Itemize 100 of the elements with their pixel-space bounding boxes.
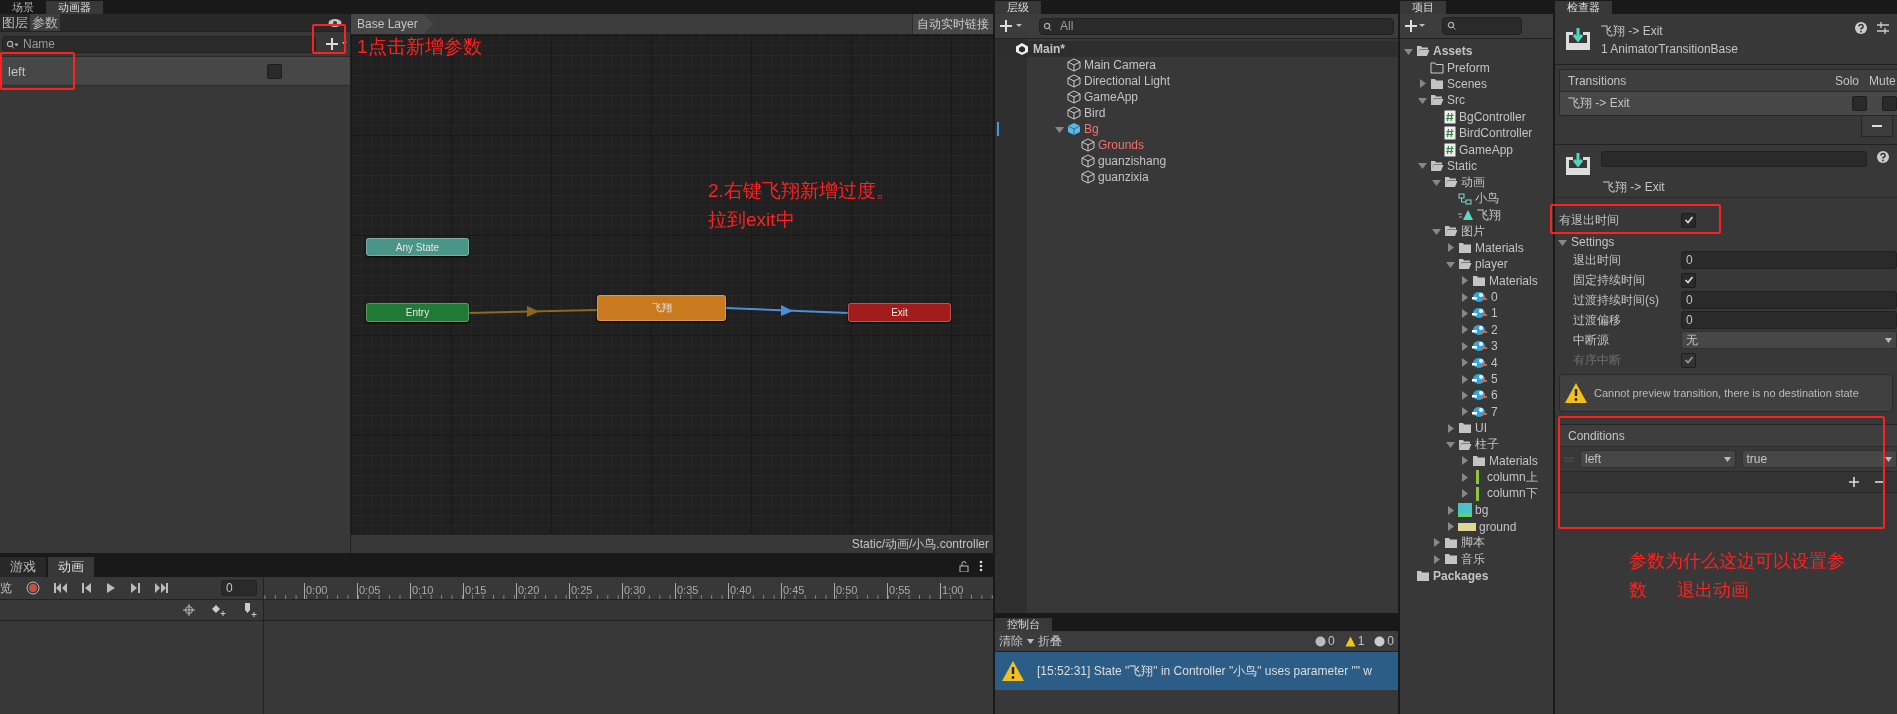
expand-arrow-icon[interactable] xyxy=(1460,374,1469,384)
panel-tab[interactable]: 场景 xyxy=(0,1,46,14)
object-name[interactable]: Bg xyxy=(1084,122,1099,136)
expand-arrow-icon[interactable] xyxy=(1446,522,1455,531)
object-name[interactable]: GameApp xyxy=(1084,90,1139,104)
help-icon[interactable] xyxy=(1855,22,1867,34)
expand-arrow-icon[interactable] xyxy=(1446,505,1455,515)
expand-arrow-icon[interactable] xyxy=(1404,46,1413,56)
asset-name[interactable]: 飞翔 xyxy=(1477,206,1501,224)
expand-arrow-icon[interactable] xyxy=(1460,489,1469,499)
panel-tab[interactable]: 检查器 xyxy=(1555,1,1612,14)
transition-row[interactable]: 飞翔 -> Exit xyxy=(1560,92,1897,115)
asset-name[interactable]: BirdController xyxy=(1459,126,1533,141)
asset-name[interactable]: 脚本 xyxy=(1461,534,1485,552)
caret-icon[interactable] xyxy=(1027,638,1034,644)
asset-name[interactable]: bg xyxy=(1475,503,1489,518)
asset-name[interactable]: Scenes xyxy=(1447,76,1488,91)
state-node[interactable]: Exit xyxy=(848,303,951,322)
asset-name[interactable]: column上 xyxy=(1487,468,1538,486)
expand-arrow-icon[interactable] xyxy=(1418,161,1427,171)
breadcrumb[interactable]: Base Layer xyxy=(351,14,434,34)
panel-tab[interactable]: 图层 xyxy=(0,14,30,31)
crosshair-icon[interactable] xyxy=(183,604,195,616)
panel-tab[interactable]: 层级 xyxy=(995,1,1041,14)
lock-icon[interactable] xyxy=(959,561,969,572)
expand-arrow-icon[interactable] xyxy=(1432,538,1441,548)
live-link-button[interactable]: 自动实时链接 xyxy=(912,14,993,34)
expand-arrow-icon[interactable] xyxy=(1460,390,1469,400)
search-field[interactable]: All xyxy=(1039,17,1394,35)
scene-name[interactable]: Main* xyxy=(1033,42,1065,56)
next-frame-icon[interactable] xyxy=(130,583,140,593)
preview-button[interactable]: 览 xyxy=(0,579,12,597)
dropdown[interactable]: 无 xyxy=(1681,331,1897,349)
expand-arrow-icon[interactable] xyxy=(1432,554,1441,564)
panel-tab[interactable]: 游戏 xyxy=(0,557,46,577)
panel-tab[interactable]: 动画 xyxy=(48,557,94,577)
asset-name[interactable]: 5 xyxy=(1491,372,1498,386)
asset-name[interactable]: 音乐 xyxy=(1461,550,1485,568)
frame-field[interactable]: 0 xyxy=(221,580,257,596)
expand-arrow-icon[interactable] xyxy=(1460,292,1469,302)
asset-name[interactable]: 3 xyxy=(1491,339,1498,354)
mute-checkbox[interactable] xyxy=(1882,96,1897,111)
expand-arrow-icon[interactable] xyxy=(1432,177,1441,187)
object-name[interactable]: Main Camera xyxy=(1084,58,1157,72)
play-icon[interactable] xyxy=(106,583,116,593)
panel-tab[interactable]: 参数 xyxy=(30,14,60,31)
asset-name[interactable]: 图片 xyxy=(1461,223,1485,240)
expand-arrow-icon[interactable] xyxy=(1460,341,1469,351)
previous-frame-icon[interactable] xyxy=(82,583,92,593)
asset-name[interactable]: Materials xyxy=(1489,273,1538,288)
more-icon[interactable] xyxy=(979,560,983,572)
object-name[interactable]: Grounds xyxy=(1098,138,1145,152)
search-field[interactable]: Name xyxy=(2,35,316,53)
asset-name[interactable]: Assets xyxy=(1433,44,1473,59)
asset-name[interactable]: Packages xyxy=(1433,568,1489,583)
panel-tab[interactable]: 动画器 xyxy=(46,1,103,14)
clear-button[interactable]: 清除 xyxy=(999,632,1023,650)
last-frame-icon[interactable] xyxy=(154,583,168,593)
expand-arrow-icon[interactable] xyxy=(1418,95,1427,105)
expand-arrow-icon[interactable] xyxy=(1446,440,1455,450)
section-heading[interactable]: Settings xyxy=(1571,235,1615,249)
number-field[interactable]: 0 xyxy=(1681,291,1897,309)
expand-arrow-icon[interactable] xyxy=(1460,276,1469,286)
help-icon[interactable] xyxy=(1877,151,1889,163)
expand-arrow-icon[interactable] xyxy=(1460,456,1469,466)
expand-arrow-icon[interactable] xyxy=(1418,79,1427,89)
expand-arrow-icon[interactable] xyxy=(1460,472,1469,482)
add-icon[interactable] xyxy=(1849,477,1859,487)
asset-name[interactable]: Preform xyxy=(1447,60,1490,75)
asset-name[interactable]: column下 xyxy=(1487,485,1538,503)
solo-checkbox[interactable] xyxy=(1852,96,1867,111)
collapse-button[interactable]: 折叠 xyxy=(1038,632,1062,650)
object-name[interactable]: guanzishang xyxy=(1098,154,1167,168)
expand-arrow-icon[interactable] xyxy=(1460,325,1469,335)
expand-arrow-icon[interactable] xyxy=(1460,358,1469,368)
add-icon[interactable] xyxy=(324,36,348,52)
expand-arrow-icon[interactable] xyxy=(1460,407,1469,417)
expand-arrow-icon[interactable] xyxy=(1055,124,1064,134)
asset-name[interactable]: Materials xyxy=(1489,453,1538,468)
add-icon[interactable] xyxy=(999,18,1023,34)
search-field[interactable] xyxy=(1442,17,1522,35)
asset-name[interactable]: 0 xyxy=(1491,290,1498,305)
add-icon[interactable] xyxy=(1404,18,1426,34)
asset-name[interactable]: ground xyxy=(1479,519,1517,534)
asset-name[interactable]: player xyxy=(1475,257,1508,272)
expand-arrow-icon[interactable] xyxy=(1446,259,1455,269)
asset-name[interactable]: 1 xyxy=(1491,306,1498,321)
log-count[interactable]: 0 xyxy=(1314,634,1335,648)
asset-name[interactable]: 动画 xyxy=(1461,173,1485,191)
value-dropdown[interactable]: true xyxy=(1741,450,1897,468)
add-keyframe-icon[interactable] xyxy=(211,604,227,616)
state-node[interactable]: Entry xyxy=(366,303,469,322)
parameter-dropdown[interactable]: left xyxy=(1580,450,1736,468)
asset-name[interactable]: 4 xyxy=(1491,355,1498,370)
asset-name[interactable]: Src xyxy=(1447,93,1465,108)
number-field[interactable]: 0 xyxy=(1681,251,1897,269)
record-icon[interactable] xyxy=(26,581,40,595)
expand-arrow-icon[interactable] xyxy=(1558,237,1567,247)
checkbox[interactable] xyxy=(267,63,282,79)
object-name[interactable]: Directional Light xyxy=(1084,74,1171,88)
